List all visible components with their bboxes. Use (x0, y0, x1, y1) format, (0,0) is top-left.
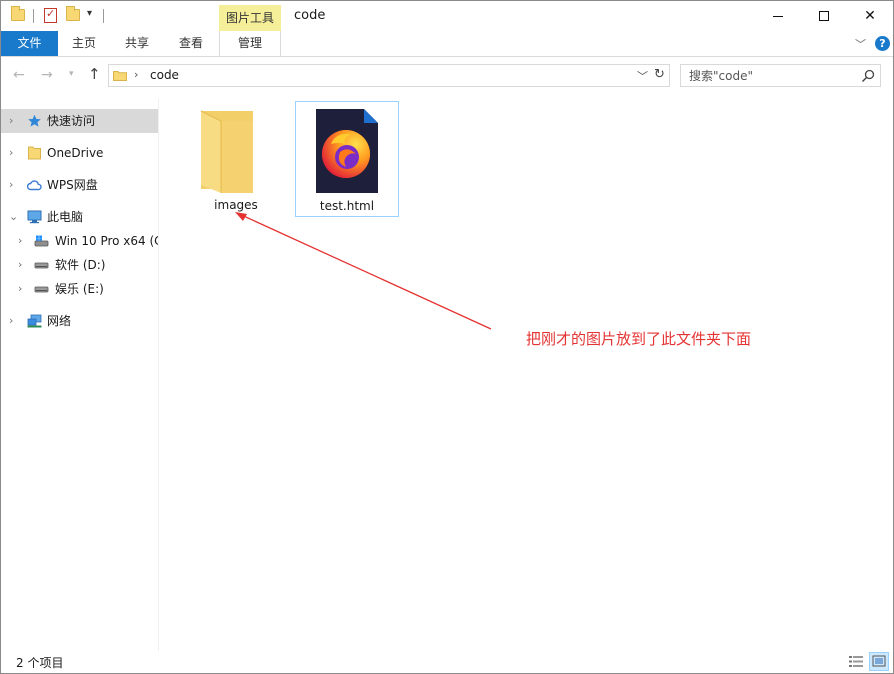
item-count: 2 个项目 (16, 656, 64, 670)
large-icons-view-button[interactable] (869, 652, 889, 671)
annotation-arrow (235, 212, 492, 330)
status-bar: 2 个项目 (1, 651, 893, 673)
explorer-window: ▾ 图片工具 code ✕ 文件 主页 共享 查看 管理 ﹀ ? ← → ▾ ↑… (0, 0, 894, 674)
details-view-icon[interactable] (848, 654, 864, 669)
large-icons-view-icon (872, 655, 886, 667)
annotation-text: 把刚才的图片放到了此文件夹下面 (526, 330, 752, 348)
